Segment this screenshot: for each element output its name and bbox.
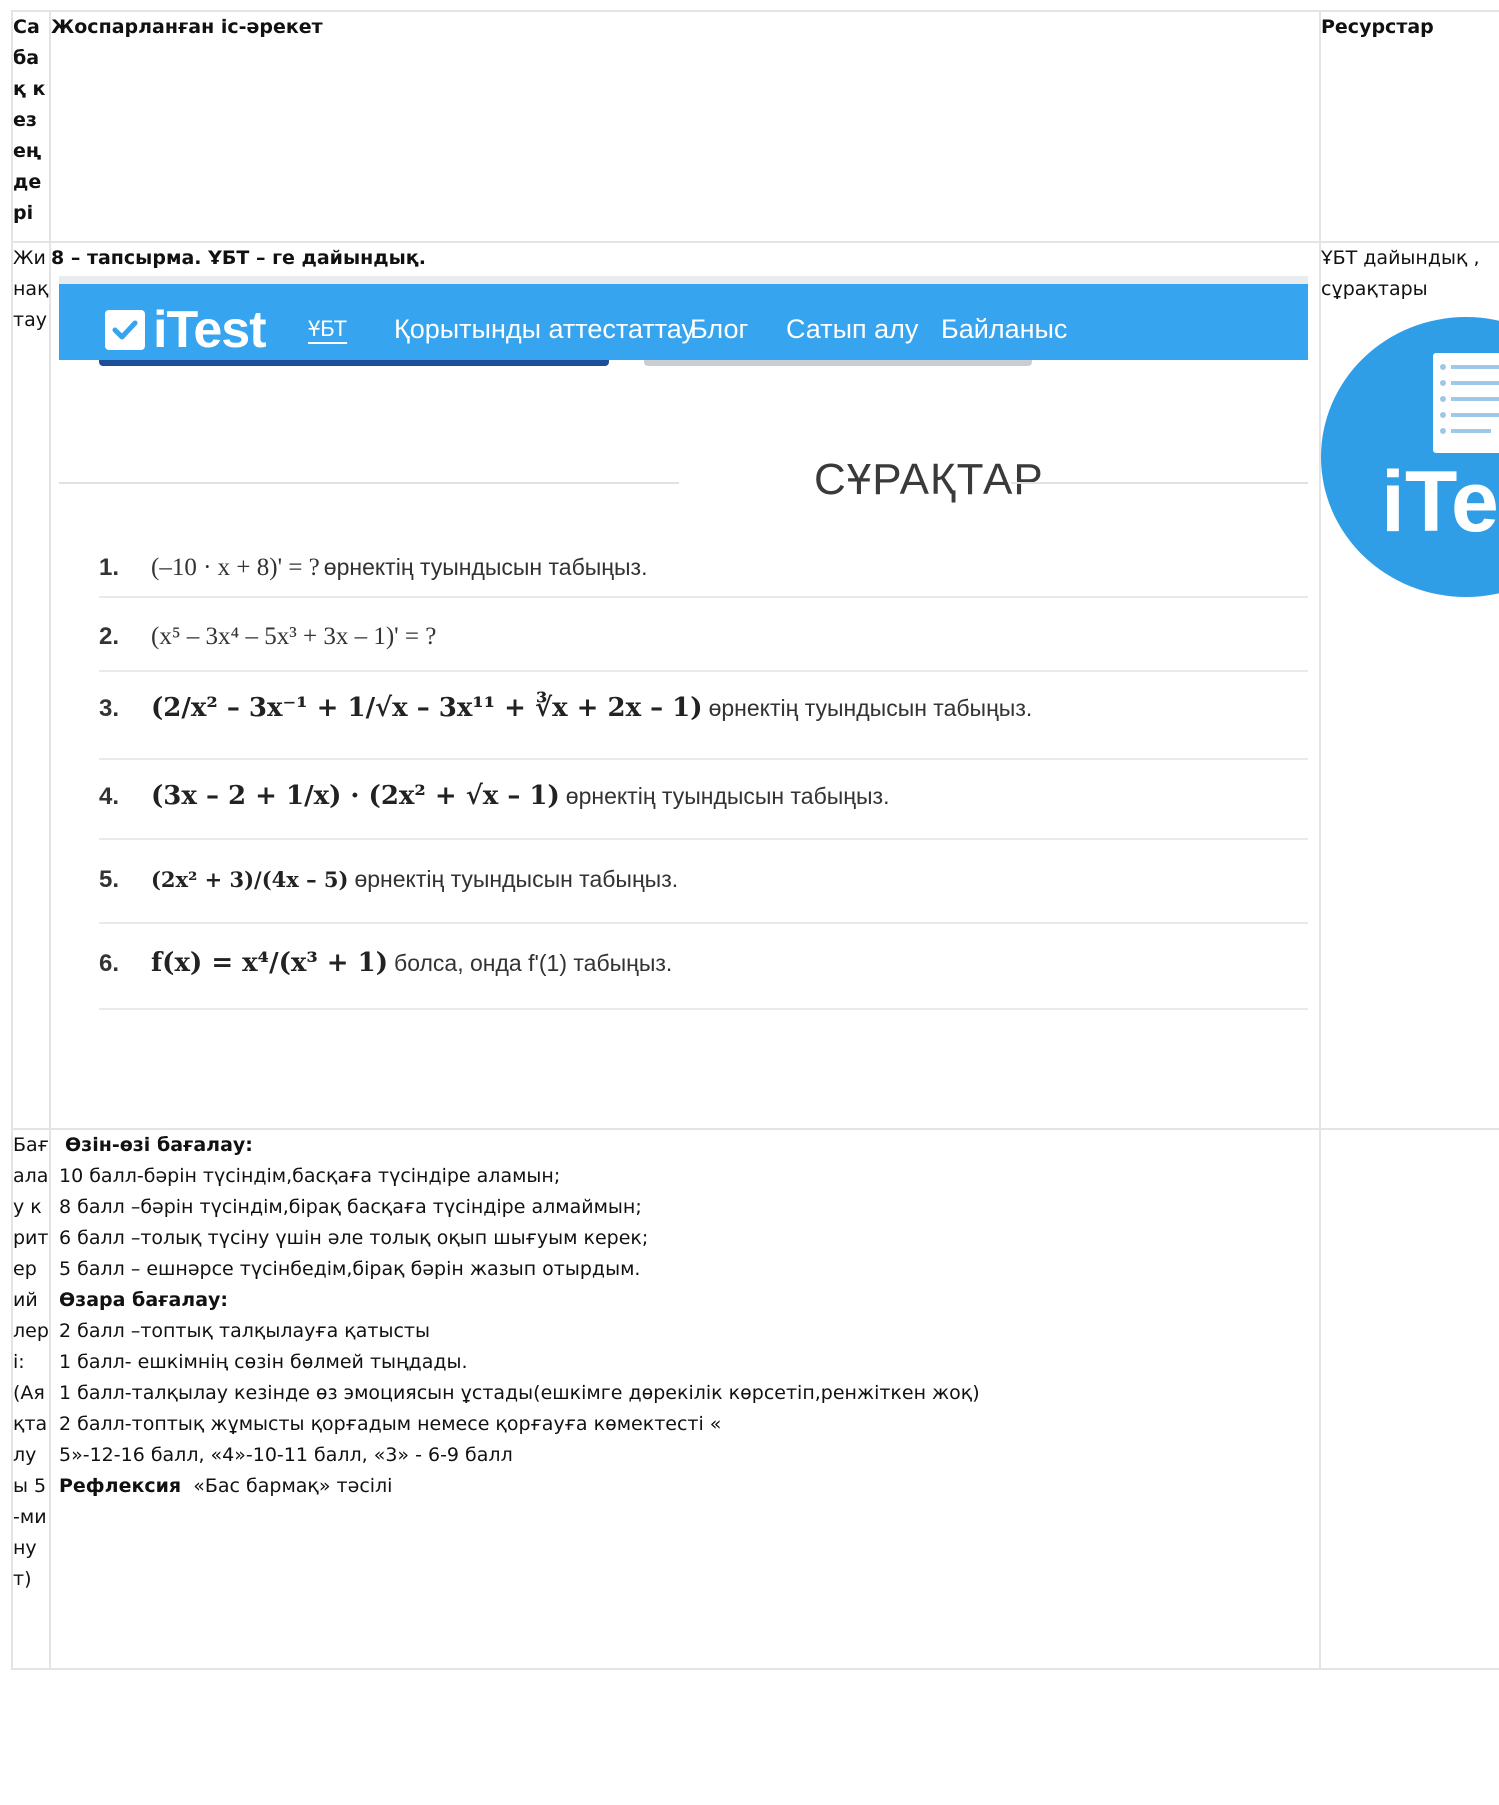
question-math: (2x² + 3)/(4x – 5) [151,867,349,892]
itest-circle-logo: iTest [1322,317,1499,597]
resource-text: ҰБТ дайындық , сұрақтары [1321,247,1480,300]
self-eval-item: 5 балл – ешнәрсе түсінбедім,бірақ бәрін … [59,1258,641,1280]
question-math: (x⁵ – 3x⁴ – 5x³ + 3x – 1)' = ? [151,623,437,650]
question-number: 4. [99,783,120,810]
summary-activity: 8 – тапсырма. ҰБТ – ге дайындық. iTest Ұ… [49,241,1321,1130]
question-separator [99,596,1308,598]
question-math: (3x – 2 + 1/x) · (2x² + √x – 1) [151,781,560,811]
self-eval-item: 10 балл-бәрін түсіндім,басқаға түсіндіре… [59,1165,561,1187]
logo-text: iTest [153,301,267,359]
question-separator [99,670,1308,672]
question-separator [99,838,1308,840]
nav-shadow-right [644,360,1032,366]
question-text: болса, онда f'(1) табыңыз. [394,950,673,976]
stage-header: Сабақ кезеңдері [11,10,51,243]
peer-eval-item: 1 балл- ешкімнің сөзін бөлмей тыңдады. [59,1351,468,1373]
question-text: өрнектің туындысын табыңыз. [354,866,679,892]
lesson-plan-table: Сабақ кезеңдері Жоспарланған іс-әрекет Р… [11,10,1499,1670]
question-text: өрнектің туындысын табыңыз. [565,783,890,809]
peer-eval-item: 2 балл-топтық жұмысты қорғадым немесе қо… [59,1413,722,1435]
peer-eval-title: Өзара бағалау: [59,1289,228,1311]
self-eval-title: Өзін-өзі бағалау: [65,1134,253,1156]
question-math: f(x) = x⁴/(x³ + 1) [151,948,389,978]
itest-logo: iTest [105,301,267,359]
question-math: (2/x² – 3x⁻¹ + 1/√x – 3x¹¹ + ∛x + 2x – 1… [151,693,703,723]
question-math: (–10 · x + 8)' = ? [151,554,320,581]
question-text: өрнектің туындысын табыңыз. [708,695,1033,721]
reflection-text: «Бас бармақ» тәсілі [193,1475,393,1497]
self-eval-item: 8 балл –бәрін түсіндім,бірақ басқаға түс… [59,1196,642,1218]
evaluation-resources [1319,1128,1499,1670]
stage-evaluation: Бағалау критерийлері: (Аяқталуы 5-минут) [11,1128,51,1670]
grading-scale: 5»-12-16 балл, «4»-10-11 балл, «3» - 6-9… [59,1444,513,1466]
summary-resources: ҰБТ дайындық , сұрақтары iTest [1319,241,1499,1130]
question-separator [99,922,1308,924]
planned-header: Жоспарланған іс-әрекет [49,10,1321,243]
question-4: 4. (3x – 2 + 1/x) · (2x² + √x – 1) өрнек… [99,781,889,812]
question-number: 2. [99,623,120,650]
nav-item-buy[interactable]: Сатып алу [786,312,918,346]
stage-summary: Жинақтау [11,241,51,1130]
question-text: өрнектің туындысын табыңыз. [323,554,648,580]
itest-screenshot: iTest ҰБТ Қорытынды аттестаттау Блог Сат… [52,276,1308,1127]
question-number: 1. [99,554,120,581]
reflection-title: Рефлексия [59,1475,182,1497]
question-6: 6. f(x) = x⁴/(x³ + 1) болса, онда f'(1) … [99,948,672,979]
itest-circle-text: iTest [1381,454,1499,550]
questions-heading: СҰРАҚТАР [814,455,1044,504]
checkbox-logo-icon [105,310,145,350]
question-3: 3. (2/x² – 3x⁻¹ + 1/√x – 3x¹¹ + ∛x + 2x … [99,693,1032,724]
nav-shadow-left [99,360,609,366]
question-1: 1. (–10 · x + 8)' = ? өрнектің туындысын… [99,552,647,583]
task-title: 8 – тапсырма. ҰБТ – ге дайындық. [51,247,426,269]
evaluation-content: Өзін-өзі бағалау: 10 балл-бәрін түсіндім… [49,1128,1321,1670]
nav-item-contact[interactable]: Байланыс [941,312,1067,346]
reflection-line: Рефлексия «Бас бармақ» тәсілі [59,1471,1318,1502]
nav-item-ubt[interactable]: ҰБТ [308,312,347,346]
peer-eval-item: 1 балл-талқылау кезінде өз эмоциясын ұст… [59,1382,980,1404]
question-5: 5. (2x² + 3)/(4x – 5) өрнектің туындысын… [99,864,678,895]
evaluation-row: Бағалау критерийлері: (Аяқталуы 5-минут)… [11,1128,1499,1670]
nav-item-attestation[interactable]: Қорытынды аттестаттау [394,312,695,346]
browser-top-strip [59,276,1308,284]
document-list-icon [1433,353,1499,453]
question-2: 2. (x⁵ – 3x⁴ – 5x³ + 3x – 1)' = ? [99,621,440,652]
peer-eval-item: 2 балл –топтық талқылауға қатысты [59,1320,430,1342]
question-number: 6. [99,950,120,977]
question-separator [99,1008,1308,1010]
heading-line-left [59,482,679,484]
self-eval-item: 6 балл –толық түсіну үшін әле толық оқып… [59,1227,649,1249]
header-row: Сабақ кезеңдері Жоспарланған іс-әрекет Р… [11,10,1499,243]
resources-header: Ресурстар [1319,10,1499,243]
summary-row: Жинақтау 8 – тапсырма. ҰБТ – ге дайындық… [11,241,1499,1130]
question-separator [99,758,1308,760]
question-number: 5. [99,866,120,893]
question-number: 3. [99,695,120,722]
nav-item-blog[interactable]: Блог [690,312,748,346]
heading-line-right [1011,482,1308,484]
